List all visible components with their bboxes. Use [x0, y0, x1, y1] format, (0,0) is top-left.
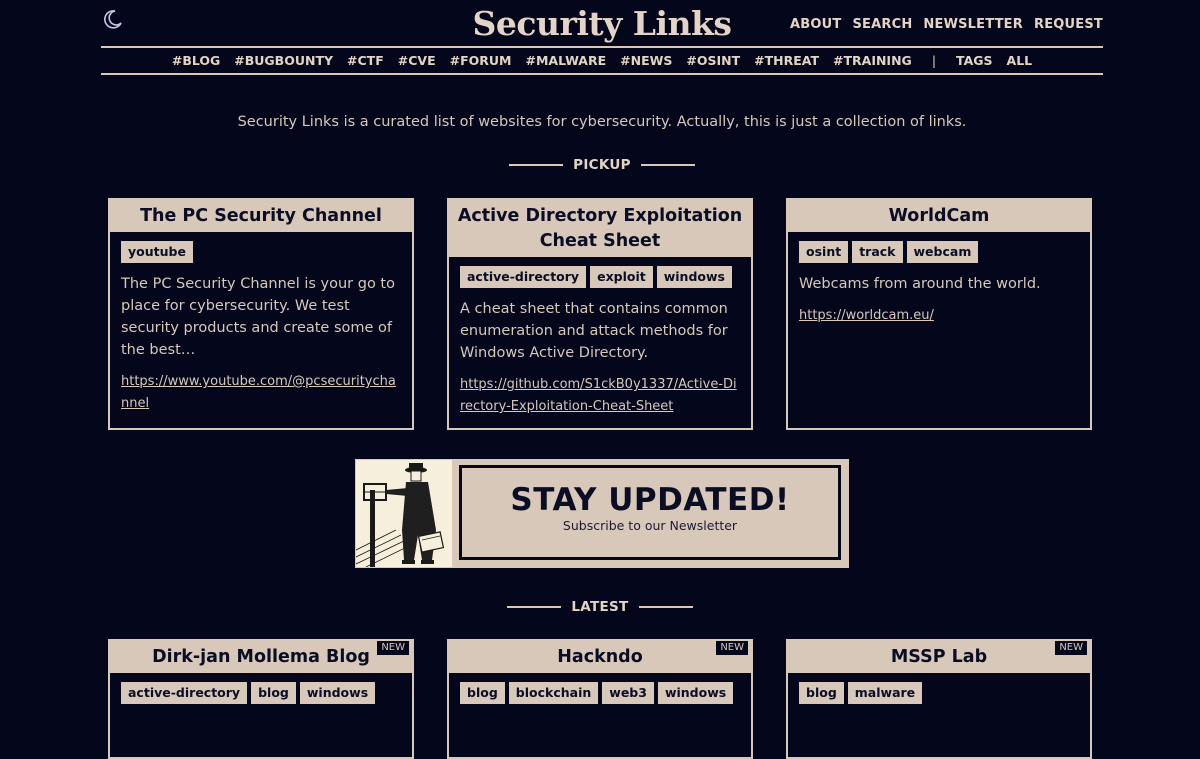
card-title[interactable]: Dirk-jan Mollema Blog	[110, 641, 412, 673]
category-training[interactable]: #TRAINING	[833, 53, 912, 68]
tag[interactable]: webcam	[906, 241, 979, 263]
tag-list: active-directory exploit windows	[460, 266, 740, 288]
tag[interactable]: blog	[460, 682, 505, 704]
tag[interactable]: blog	[251, 682, 296, 704]
tag[interactable]: blockchain	[508, 682, 599, 704]
card-url[interactable]: https://github.com/S1ckB0y1337/Active-Di…	[460, 374, 740, 418]
intro-text: Security Links is a curated list of webs…	[237, 114, 967, 130]
latest-heading-label: LATEST	[571, 599, 629, 615]
category-news[interactable]: #NEWS	[620, 53, 672, 68]
pickup-heading: PICKUP	[101, 157, 1103, 173]
card-title[interactable]: WorldCam	[788, 200, 1090, 232]
newsletter-box: STAY UPDATED! Subscribe to our Newslette…	[459, 465, 841, 560]
heading-line	[640, 164, 695, 166]
tag[interactable]: osint	[799, 241, 849, 263]
tag[interactable]: windows	[657, 682, 734, 704]
category-separator: |	[931, 53, 937, 68]
category-blog[interactable]: #BLOG	[172, 53, 220, 68]
new-badge: NEW	[1054, 641, 1088, 656]
tag[interactable]: malware	[847, 682, 923, 704]
card-body: blog malware	[788, 673, 1090, 714]
heading-line	[507, 606, 562, 608]
nav-newsletter[interactable]: NEWSLETTER	[923, 17, 1023, 32]
tag[interactable]: active-directory	[460, 266, 587, 288]
latest-card: NEW MSSP Lab blog malware	[786, 639, 1092, 759]
card-description: The PC Security Channel is your go to pl…	[121, 276, 395, 358]
pickup-card: WorldCam osint track webcam Webcams from…	[786, 198, 1092, 430]
card-body: youtube The PC Security Channel is your …	[110, 232, 412, 425]
tag[interactable]: windows	[656, 266, 732, 288]
category-cve[interactable]: #CVE	[398, 53, 436, 68]
card-title[interactable]: The PC Security Channel	[110, 200, 412, 232]
tag[interactable]: blog	[799, 682, 844, 704]
category-forum[interactable]: #FORUM	[450, 53, 512, 68]
new-badge: NEW	[715, 641, 749, 656]
category-ctf[interactable]: #CTF	[347, 53, 384, 68]
card-title[interactable]: MSSP Lab	[788, 641, 1090, 673]
nav-tags[interactable]: TAGS	[956, 53, 993, 68]
card-body: active-directory exploit windows A cheat…	[449, 257, 751, 428]
top-nav: ABOUT SEARCH NEWSLETTER REQUEST	[790, 17, 1103, 32]
tag-list: blog malware	[799, 682, 1079, 704]
new-badge: NEW	[376, 641, 410, 656]
card-body: active-directory blog windows	[110, 673, 412, 714]
card-url[interactable]: https://www.youtube.com/@pcsecuritychann…	[121, 371, 401, 415]
nav-search[interactable]: SEARCH	[852, 17, 912, 32]
category-osint[interactable]: #OSINT	[686, 53, 740, 68]
nav-divider	[101, 73, 1103, 75]
card-title[interactable]: Hackndo	[449, 641, 751, 673]
nav-all[interactable]: ALL	[1007, 53, 1033, 68]
nav-request[interactable]: REQUEST	[1034, 17, 1103, 32]
tag[interactable]: exploit	[590, 266, 653, 288]
heading-line	[638, 606, 693, 608]
card-url[interactable]: https://worldcam.eu/	[799, 305, 1079, 327]
pickup-heading-label: PICKUP	[573, 157, 631, 173]
newsletter-banner[interactable]: STAY UPDATED! Subscribe to our Newslette…	[355, 459, 849, 568]
card-body: osint track webcam Webcams from around t…	[788, 232, 1090, 337]
nav-about[interactable]: ABOUT	[790, 17, 841, 32]
tag[interactable]: windows	[299, 682, 376, 704]
tag[interactable]: active-directory	[121, 682, 248, 704]
card-description: Webcams from around the world.	[799, 276, 1041, 292]
latest-heading: LATEST	[0, 599, 1200, 615]
card-description: A cheat sheet that contains common enume…	[460, 301, 728, 361]
card-body: blog blockchain web3 windows	[449, 673, 751, 714]
tag-list: active-directory blog windows	[121, 682, 401, 704]
category-nav: #BLOG #BUGBOUNTY #CTF #CVE #FORUM #MALWA…	[101, 53, 1103, 68]
tag-list: youtube	[121, 241, 401, 263]
latest-card: NEW Dirk-jan Mollema Blog active-directo…	[108, 639, 414, 759]
newsletter-heading: STAY UPDATED!	[510, 482, 790, 518]
tag[interactable]: track	[852, 241, 903, 263]
pickup-card: Active Directory Exploitation Cheat Shee…	[447, 198, 753, 430]
header-divider	[101, 46, 1103, 48]
tag-list: blog blockchain web3 windows	[460, 682, 740, 704]
category-malware[interactable]: #MALWARE	[525, 53, 606, 68]
latest-card: NEW Hackndo blog blockchain web3 windows	[447, 639, 753, 759]
category-bugbounty[interactable]: #BUGBOUNTY	[234, 53, 333, 68]
pickup-card: The PC Security Channel youtube The PC S…	[108, 198, 414, 430]
category-threat[interactable]: #THREAT	[754, 53, 819, 68]
tag[interactable]: youtube	[121, 241, 193, 263]
heading-line	[509, 164, 564, 166]
tag[interactable]: web3	[602, 682, 654, 704]
tag-list: osint track webcam	[799, 241, 1079, 263]
newsletter-subheading: Subscribe to our Newsletter	[562, 518, 738, 533]
card-title[interactable]: Active Directory Exploitation Cheat Shee…	[449, 200, 751, 257]
newsletter-illustration	[356, 460, 452, 567]
